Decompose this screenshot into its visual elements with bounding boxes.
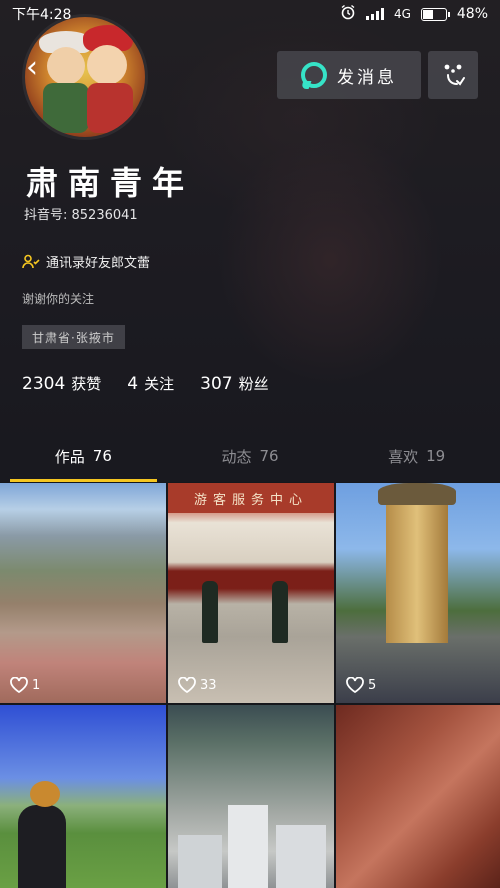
video-thumbnail[interactable]: 1 — [0, 483, 166, 703]
like-count: 1 — [10, 677, 40, 693]
prayer-wheel-tower — [386, 493, 448, 643]
heart-icon — [10, 677, 28, 693]
friends-icon — [22, 254, 40, 268]
avatar[interactable] — [22, 14, 148, 140]
stat-following[interactable]: 4 关注 — [127, 373, 174, 394]
send-message-label: 发消息 — [337, 67, 397, 88]
like-count-value: 1 — [32, 677, 41, 693]
city-buildings — [228, 805, 268, 888]
like-count: 33 — [178, 677, 217, 693]
like-count-value: 5 — [368, 677, 377, 693]
status-bar: 下午4:28 4G 48% — [0, 0, 500, 28]
avatar-art — [87, 45, 127, 85]
avatar-art — [47, 47, 85, 85]
tab-label: 动态 — [221, 447, 252, 466]
douyin-id: 抖音号: 85236041 — [24, 208, 138, 223]
contact-friend-text: 通讯录好友郎文蕾 — [46, 256, 151, 271]
tab-label: 喜欢 — [388, 447, 419, 466]
contact-friend-row[interactable]: 通讯录好友郎文蕾 — [22, 252, 150, 271]
profile-name: 肃南青年 — [26, 164, 195, 202]
video-grid: 1 游客服务中心 33 5 — [0, 483, 500, 888]
video-thumbnail[interactable]: 游客服务中心 33 — [168, 483, 334, 703]
dancer-figure — [202, 581, 218, 643]
stat-followers[interactable]: 307 粉丝 — [200, 373, 268, 394]
battery-icon — [420, 7, 450, 21]
video-thumbnail[interactable] — [168, 705, 334, 888]
tab-liked[interactable]: 喜欢 19 — [333, 430, 500, 482]
stat-value: 4 — [127, 374, 139, 394]
avatar-art — [87, 83, 133, 133]
stat-value: 307 — [200, 374, 233, 394]
tab-label: 作品 — [54, 447, 85, 466]
like-count-value: 33 — [200, 677, 217, 693]
add-friend-button[interactable] — [428, 51, 478, 99]
person-figure — [18, 805, 66, 888]
tab-count: 19 — [426, 447, 446, 465]
stat-label: 关注 — [144, 375, 175, 393]
signal-icon — [365, 8, 384, 20]
video-thumbnail[interactable] — [0, 705, 166, 888]
stat-label: 获赞 — [71, 375, 102, 393]
profile-stats: 2304 获赞 4 关注 307 粉丝 — [22, 373, 269, 394]
avatar-art — [43, 83, 89, 133]
stat-likes[interactable]: 2304 获赞 — [22, 373, 101, 394]
status-indicators: 4G 48% — [340, 4, 488, 24]
back-arrow-icon[interactable]: ‹ — [26, 50, 38, 85]
battery-fill — [422, 9, 434, 19]
battery-percent: 48% — [456, 6, 488, 22]
like-count: 5 — [346, 677, 376, 693]
network-type: 4G — [393, 7, 411, 21]
tab-activity[interactable]: 动态 76 — [167, 430, 334, 482]
dancer-figure — [272, 581, 288, 643]
building-sign: 游客服务中心 — [168, 483, 334, 513]
video-thumbnail[interactable]: 5 — [336, 483, 500, 703]
city-buildings — [178, 835, 222, 888]
profile-tabs: 作品 76 动态 76 喜欢 19 — [0, 430, 500, 482]
status-time: 下午4:28 — [12, 7, 72, 23]
person-hat — [30, 781, 60, 807]
add-friend-icon — [444, 64, 465, 86]
tab-works[interactable]: 作品 76 — [0, 430, 167, 482]
stat-value: 2304 — [22, 374, 66, 394]
chat-bubble-icon — [301, 62, 327, 88]
alarm-icon — [340, 4, 356, 24]
location-tag: 甘肃省·张掖市 — [22, 325, 125, 349]
stat-label: 粉丝 — [238, 375, 269, 393]
tower-roof — [378, 483, 456, 505]
heart-icon — [346, 677, 364, 693]
video-thumbnail[interactable] — [336, 705, 500, 888]
profile-bio: 谢谢你的关注 — [22, 292, 95, 306]
tab-count: 76 — [92, 447, 112, 465]
send-message-button[interactable]: 发消息 — [277, 51, 421, 99]
city-buildings — [276, 825, 326, 888]
heart-icon — [178, 677, 196, 693]
tab-count: 76 — [259, 447, 279, 465]
